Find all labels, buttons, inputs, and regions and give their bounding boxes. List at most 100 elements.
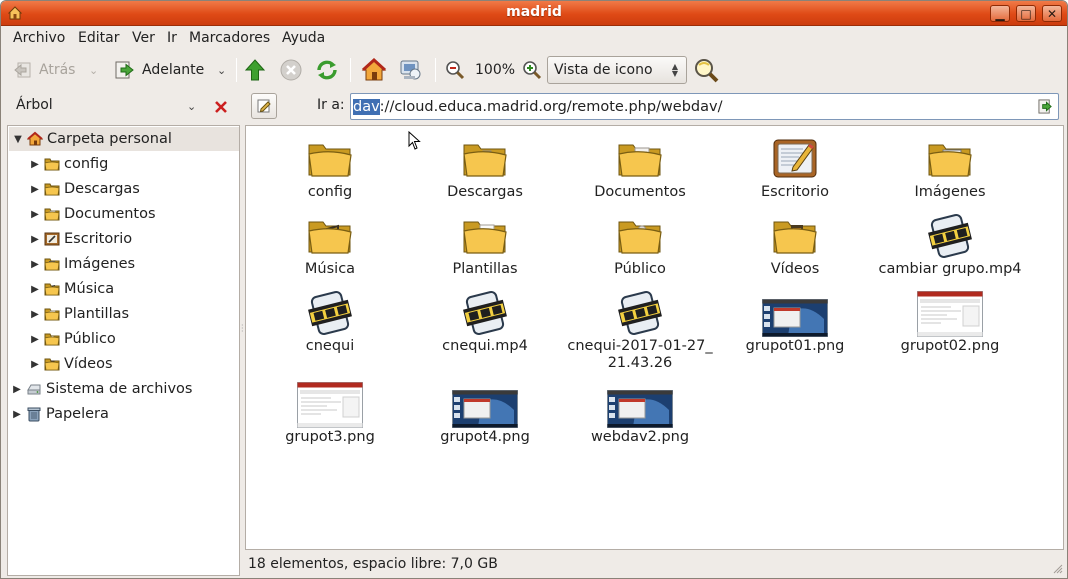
sidebar-item-plantillas[interactable]: ▶ Plantillas xyxy=(8,302,129,326)
home-button[interactable] xyxy=(361,52,387,88)
location-input[interactable]: dav://cloud.educa.madrid.org/remote.php/… xyxy=(350,93,1059,120)
search-button[interactable] xyxy=(693,52,719,88)
file-item-cnequi[interactable]: cnequi xyxy=(253,289,407,355)
file-name-label: Imágenes xyxy=(914,184,986,200)
up-button[interactable] xyxy=(244,52,266,88)
close-window-button[interactable]: ✕ xyxy=(1042,5,1062,22)
chevron-down-icon: ⌄ xyxy=(217,63,227,77)
close-sidebar-button[interactable] xyxy=(213,89,229,125)
sidebar-item-documentos[interactable]: ▶ Documentos xyxy=(8,202,156,226)
sidebar-item-label: Papelera xyxy=(46,406,109,422)
zoom-out-icon xyxy=(446,61,465,80)
sidebar-pane-selector[interactable]: ⌄ xyxy=(187,88,196,124)
file-item-config[interactable]: config xyxy=(253,135,407,201)
pane-splitter[interactable]: · · · xyxy=(241,322,244,336)
file-name-label: grupot01.png xyxy=(745,338,845,354)
sidebar-item-imagenes[interactable]: ▶ Imágenes xyxy=(8,252,135,276)
computer-button[interactable] xyxy=(398,52,424,88)
folder-icon xyxy=(44,158,60,171)
stop-button[interactable] xyxy=(279,52,303,88)
image-thumbnail-icon xyxy=(718,299,872,337)
expander-closed-icon[interactable]: ▶ xyxy=(30,209,40,220)
expander-closed-icon[interactable]: ▶ xyxy=(30,184,40,195)
expander-closed-icon[interactable]: ▶ xyxy=(30,259,40,270)
zoom-in-icon xyxy=(523,61,542,80)
sidebar-item-config[interactable]: ▶ config xyxy=(8,152,108,176)
file-item-cambiar-grupo-mp4[interactable]: cambiar grupo.mp4 xyxy=(873,212,1027,278)
minimize-icon: ▁ xyxy=(995,6,1005,21)
select-arrows-icon: ▲ ▼ xyxy=(671,62,678,78)
video-file-icon xyxy=(408,289,562,337)
expander-open-icon[interactable]: ▼ xyxy=(13,134,23,145)
maximize-icon: □ xyxy=(1020,6,1032,21)
status-bar: 18 elementos, espacio libre: 7,0 GB xyxy=(245,552,1064,576)
expander-closed-icon[interactable]: ▶ xyxy=(30,284,40,295)
forward-button[interactable]: Adelante xyxy=(114,52,204,88)
menu-ayuda[interactable]: Ayuda xyxy=(282,30,325,46)
toggle-location-mode-button[interactable] xyxy=(251,93,277,119)
file-item-cnequi-mp4[interactable]: cnequi.mp4 xyxy=(408,289,562,355)
sidebar-item-videos[interactable]: ▶ Vídeos xyxy=(8,352,112,376)
file-item-grupot01-png[interactable]: grupot01.png xyxy=(718,289,872,355)
file-item-imagenes[interactable]: Imágenes xyxy=(873,135,1027,201)
resize-grip-icon[interactable] xyxy=(1053,564,1063,574)
expander-closed-icon[interactable]: ▶ xyxy=(30,309,40,320)
file-item-escritorio[interactable]: Escritorio xyxy=(718,135,872,201)
file-item-cnequi-2017-01-27-21-43-26[interactable]: cnequi-2017-01-27_ 21.43.26 xyxy=(563,289,717,372)
forward-arrow-icon xyxy=(115,61,134,79)
sidebar-item-musica[interactable]: ▶ Música xyxy=(8,277,114,301)
file-item-grupot3-png[interactable]: grupot3.png xyxy=(253,380,407,446)
file-item-plantillas[interactable]: a Plantillas xyxy=(408,212,562,278)
file-item-webdav2-png[interactable]: webdav2.png xyxy=(563,380,717,446)
folder-icon xyxy=(253,135,407,183)
close-icon: ✕ xyxy=(1046,6,1058,21)
menu-ver[interactable]: Ver xyxy=(132,30,155,46)
title-bar[interactable]: madrid ▁ □ ✕ xyxy=(1,1,1067,26)
go-icon[interactable] xyxy=(1038,99,1053,114)
menu-archivo[interactable]: Archivo xyxy=(13,30,65,46)
minimize-button[interactable]: ▁ xyxy=(990,5,1010,22)
expander-closed-icon[interactable]: ▶ xyxy=(12,409,22,420)
back-history-dropdown[interactable]: ⌄ xyxy=(89,52,98,88)
expander-closed-icon[interactable]: ▶ xyxy=(12,384,22,395)
sidebar-item-label: Imágenes xyxy=(64,256,136,272)
back-button[interactable]: Atrás xyxy=(13,52,75,88)
expander-closed-icon[interactable]: ▶ xyxy=(30,159,40,170)
file-item-videos[interactable]: Vídeos xyxy=(718,212,872,278)
downloads-folder-icon xyxy=(44,183,60,196)
reload-button[interactable] xyxy=(314,52,340,88)
file-name-label: cnequi-2017-01-27_ 21.43.26 xyxy=(567,338,713,371)
file-name-label: Escritorio xyxy=(760,184,830,200)
sidebar-item-sistema-de-archivos[interactable]: ▶ Sistema de archivos xyxy=(8,377,192,401)
templates-folder-icon xyxy=(44,308,60,321)
file-item-descargas[interactable]: Descargas xyxy=(408,135,562,201)
sidebar-item-descargas[interactable]: ▶ Descargas xyxy=(8,177,140,201)
file-item-musica[interactable]: Música xyxy=(253,212,407,278)
zoom-in-button[interactable] xyxy=(522,52,542,88)
sidebar-item-label: Plantillas xyxy=(64,306,130,322)
sidebar-item-carpeta-personal[interactable]: ▼ Carpeta personal xyxy=(9,127,239,151)
file-item-documentos[interactable]: Documentos xyxy=(563,135,717,201)
sidebar-item-papelera[interactable]: ▶ Papelera xyxy=(8,402,109,426)
sidebar-item-escritorio[interactable]: ▶ Escritorio xyxy=(8,227,132,251)
file-item-publico[interactable]: Público xyxy=(563,212,717,278)
menu-editar[interactable]: Editar xyxy=(78,30,119,46)
view-mode-select[interactable]: Vista de icono ▲ ▼ xyxy=(547,56,687,84)
maximize-button[interactable]: □ xyxy=(1016,5,1036,22)
go-to-label: Ir a: xyxy=(317,97,345,113)
image-thumbnail-icon xyxy=(408,390,562,428)
zoom-out-button[interactable] xyxy=(445,52,465,88)
file-item-grupot02-png[interactable]: grupot02.png xyxy=(873,289,1027,355)
sidebar-item-publico[interactable]: ▶ Público xyxy=(8,327,116,351)
menu-ir[interactable]: Ir xyxy=(167,30,177,46)
zoom-level[interactable]: 100% xyxy=(475,52,515,88)
sidebar-item-label: Documentos xyxy=(64,206,156,222)
menu-marcadores[interactable]: Marcadores xyxy=(189,30,270,46)
expander-closed-icon[interactable]: ▶ xyxy=(30,334,40,345)
expander-closed-icon[interactable]: ▶ xyxy=(30,359,40,370)
search-icon xyxy=(695,59,719,83)
file-item-grupot4-png[interactable]: grupot4.png xyxy=(408,380,562,446)
expander-closed-icon[interactable]: ▶ xyxy=(30,234,40,245)
forward-history-dropdown[interactable]: ⌄ xyxy=(217,52,226,88)
folder-documents-icon xyxy=(563,135,717,183)
